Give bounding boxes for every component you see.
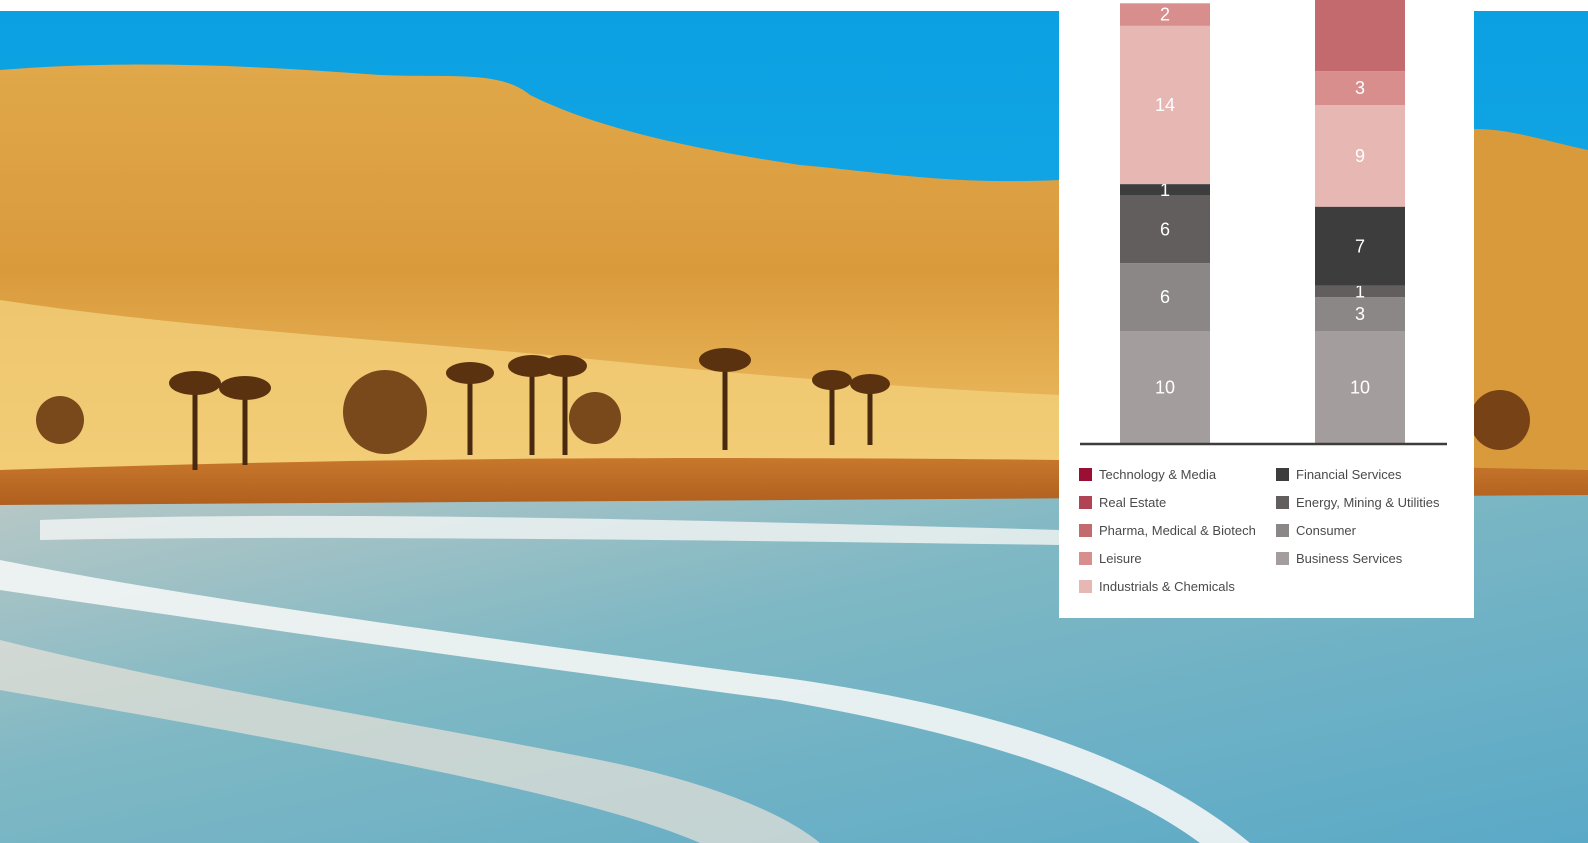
legend-item: Real Estate (1079, 495, 1276, 523)
legend-column-right: Financial Services Energy, Mining & Util… (1276, 467, 1466, 579)
legend-swatch (1079, 524, 1092, 537)
legend-item: Energy, Mining & Utilities (1276, 495, 1466, 523)
legend-swatch (1276, 468, 1289, 481)
legend-label: Leisure (1099, 551, 1142, 566)
legend-swatch (1079, 468, 1092, 481)
legend-label: Pharma, Medical & Biotech (1099, 523, 1256, 538)
legend-label: Financial Services (1296, 467, 1402, 482)
legend-swatch (1079, 552, 1092, 565)
legend-item: Technology & Media (1079, 467, 1276, 495)
legend-swatch (1276, 552, 1289, 565)
legend-label: Industrials & Chemicals (1099, 579, 1235, 594)
bar-value-label: 2 (1160, 5, 1170, 25)
legend-item: Leisure (1079, 551, 1276, 579)
legend-item: Pharma, Medical & Biotech (1079, 523, 1276, 551)
bar-value-label: 9 (1355, 146, 1365, 166)
legend-item: Industrials & Chemicals (1079, 579, 1276, 607)
legend-label: Real Estate (1099, 495, 1167, 510)
bar-value-label: 3 (1355, 304, 1365, 324)
bar-value-label: 14 (1155, 95, 1175, 115)
legend-label: Consumer (1296, 523, 1356, 538)
legend-swatch (1276, 496, 1289, 509)
legend-item: Financial Services (1276, 467, 1466, 495)
legend-swatch (1079, 496, 1092, 509)
bar-value-label: 3 (1355, 78, 1365, 98)
legend-label: Business Services (1296, 551, 1403, 566)
legend-item: Business Services (1276, 551, 1466, 579)
legend-item: Consumer (1276, 523, 1466, 551)
bar-value-label: 6 (1160, 287, 1170, 307)
chart-panel: 10 6 6 1 14 2 10 3 1 7 9 3 Technology & Media Real … (1059, 0, 1474, 618)
bar-segment-cutoff (1315, 0, 1405, 72)
legend-label: Energy, Mining & Utilities (1296, 495, 1440, 510)
legend-swatch (1276, 524, 1289, 537)
bar-value-label: 10 (1155, 378, 1175, 398)
legend-label: Technology & Media (1099, 467, 1217, 482)
bar-value-label: 10 (1350, 378, 1370, 398)
legend-column-left: Technology & Media Real Estate Pharma, M… (1079, 467, 1276, 607)
stacked-bar-chart: 106611421031793 (1080, 0, 1447, 446)
bar-value-label: 6 (1160, 219, 1170, 239)
legend-swatch (1079, 580, 1092, 593)
bar-value-label: 7 (1355, 236, 1365, 256)
bars-layer: 106611421031793 (1120, 0, 1405, 444)
